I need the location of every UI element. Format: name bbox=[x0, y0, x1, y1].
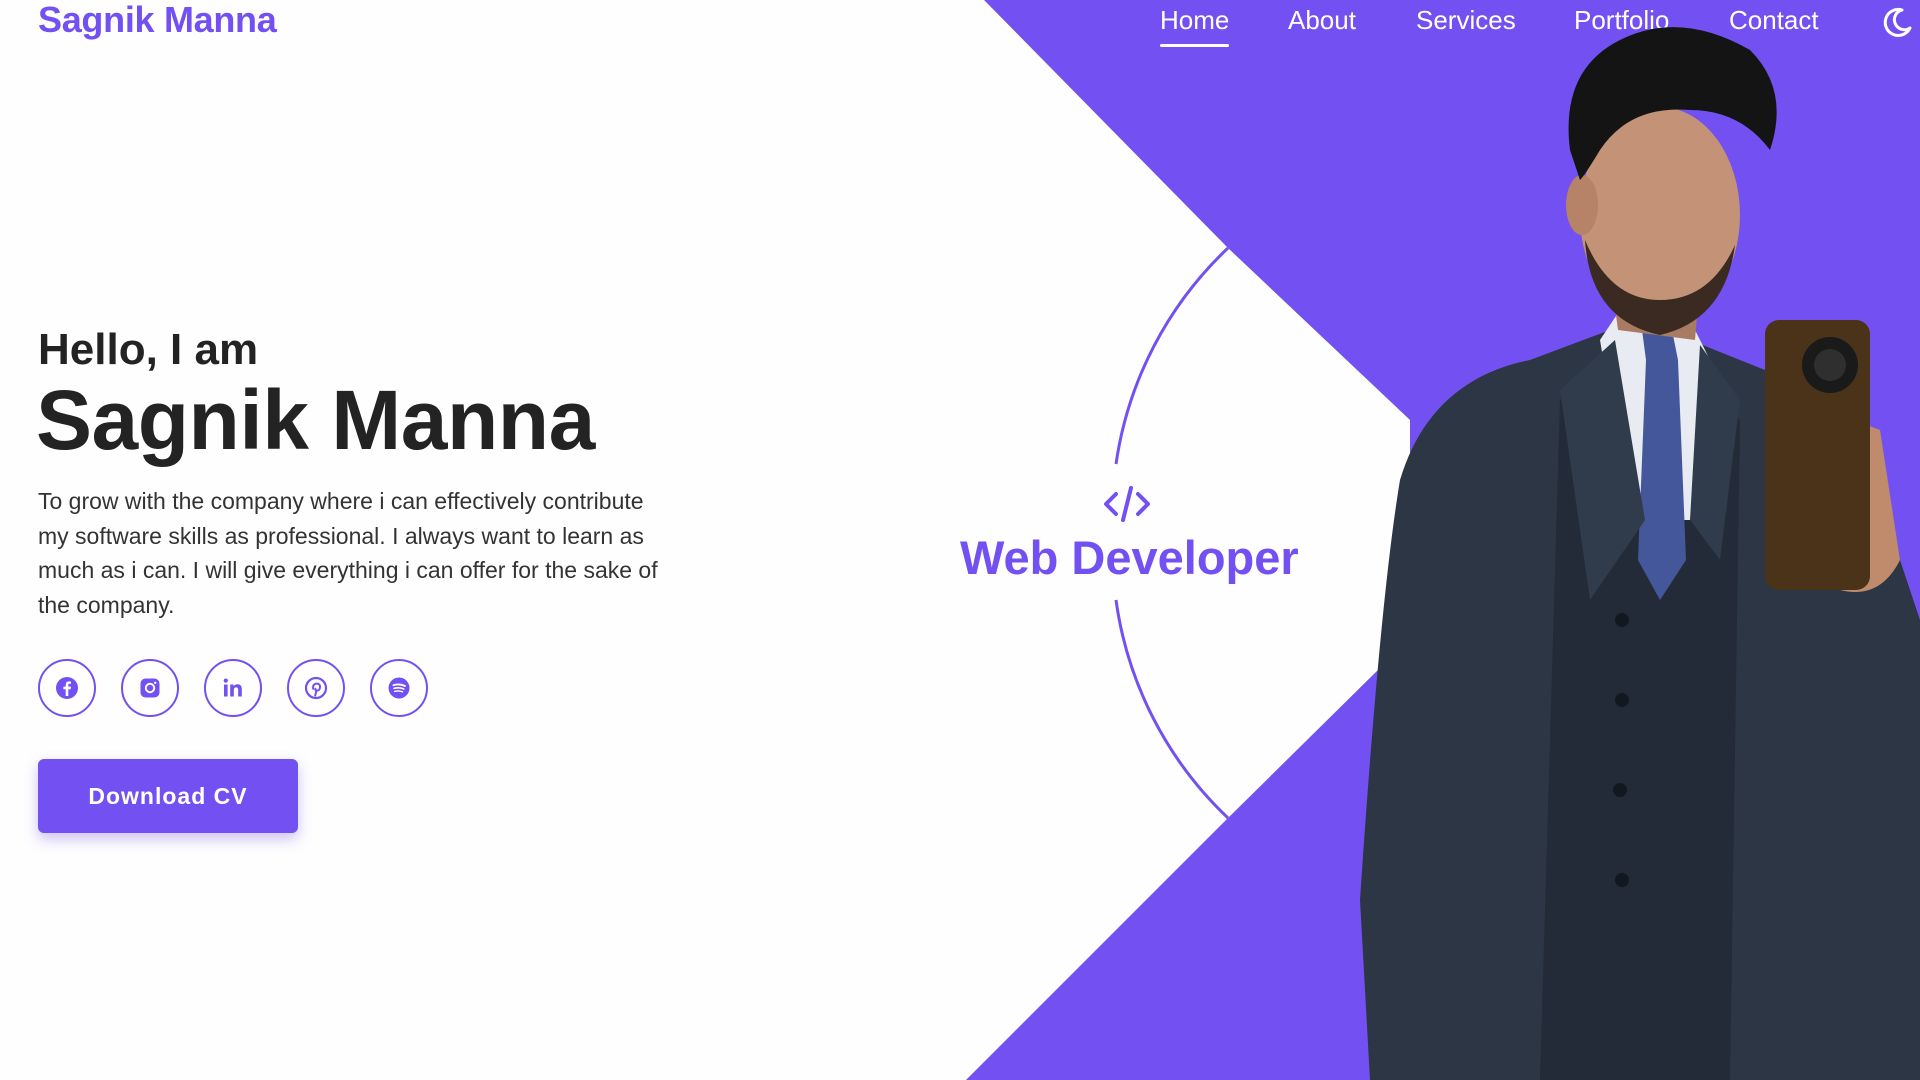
download-cv-button[interactable]: Download CV bbox=[38, 759, 298, 833]
moon-icon bbox=[1883, 7, 1912, 37]
spotify-link[interactable] bbox=[370, 659, 428, 717]
profile-photo bbox=[1360, 27, 1920, 1080]
code-icon bbox=[1104, 486, 1150, 522]
instagram-link[interactable] bbox=[121, 659, 179, 717]
theme-toggle-button[interactable] bbox=[1880, 6, 1914, 40]
nav-about[interactable]: About bbox=[1288, 2, 1356, 38]
brand-logo[interactable]: Sagnik Manna bbox=[38, 0, 277, 40]
facebook-icon bbox=[56, 677, 78, 699]
role-title: Web Developer bbox=[960, 531, 1299, 584]
purple-background-bottom bbox=[966, 668, 1380, 1080]
spotify-icon bbox=[388, 677, 410, 699]
pinterest-link[interactable] bbox=[287, 659, 345, 717]
social-links bbox=[38, 659, 428, 717]
nav-home[interactable]: Home bbox=[1160, 2, 1230, 47]
pinterest-icon bbox=[304, 676, 328, 700]
linkedin-icon bbox=[223, 678, 242, 697]
decorative-arc-lower bbox=[1114, 599, 1230, 820]
decorative-arc bbox=[1114, 246, 1230, 465]
instagram-icon bbox=[140, 678, 160, 698]
facebook-link[interactable] bbox=[38, 659, 96, 717]
hero-name: Sagnik Manna bbox=[36, 373, 595, 467]
linkedin-link[interactable] bbox=[204, 659, 262, 717]
hero-description: To grow with the company where i can eff… bbox=[38, 488, 658, 618]
